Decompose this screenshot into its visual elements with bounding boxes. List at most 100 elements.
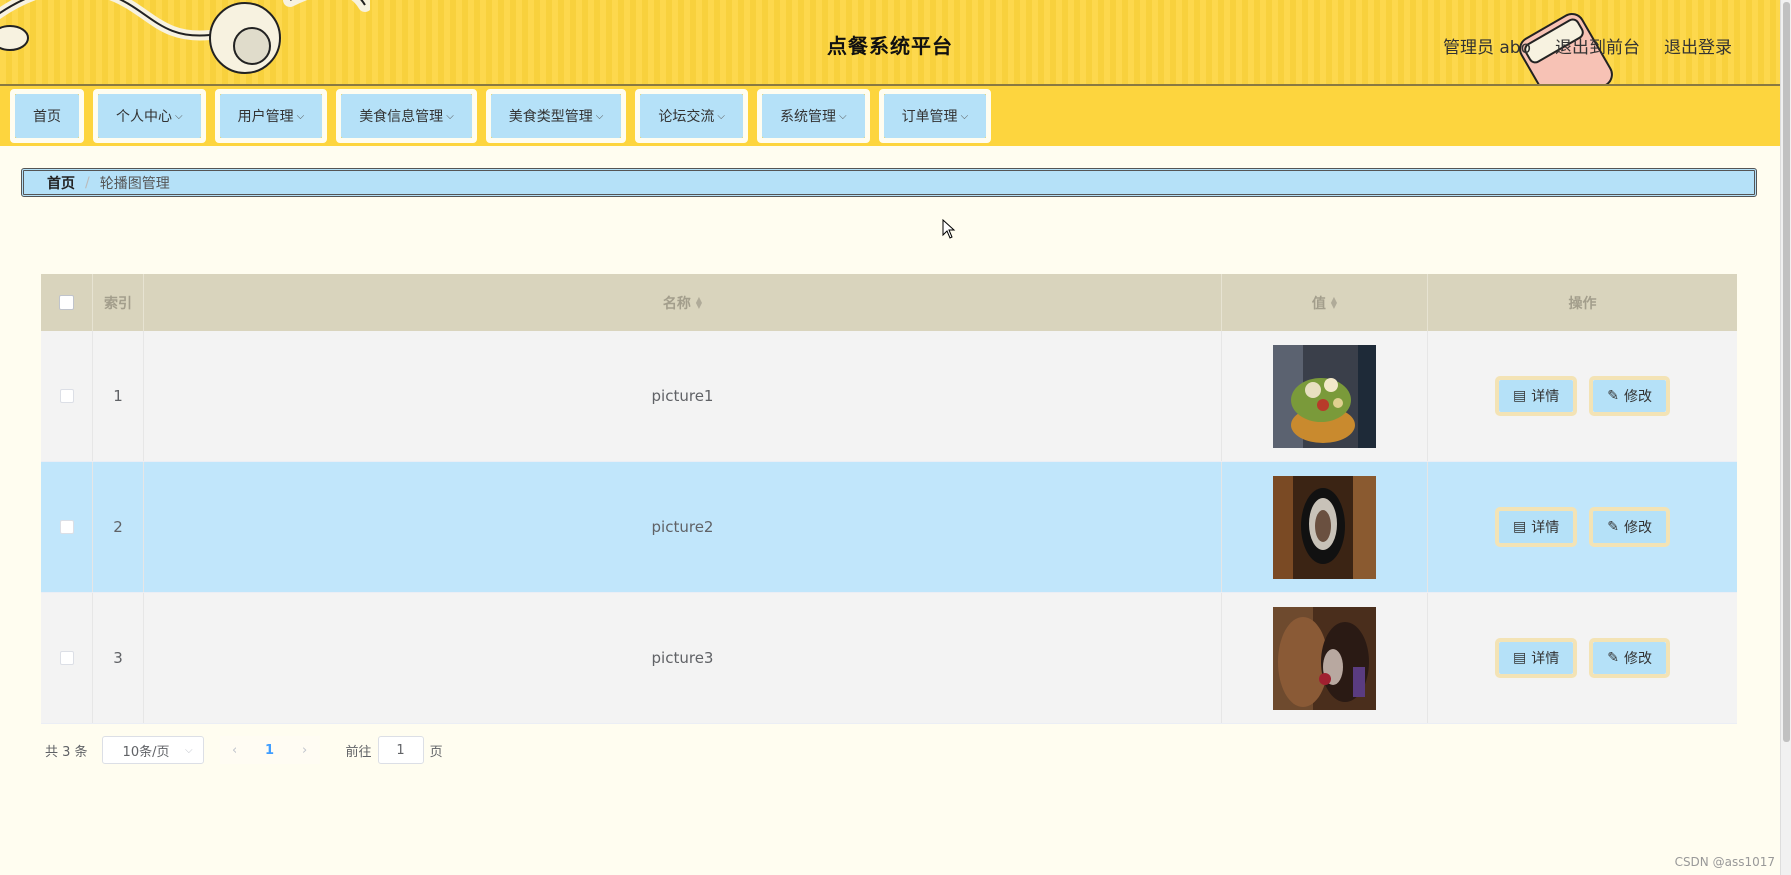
goto-suffix: 页	[429, 744, 443, 760]
carousel-table: 索引 名称▲▼ 值▲▼ 操作 1 picture1 ▤详情 ✎修改	[41, 274, 1737, 724]
nav-item-system-management[interactable]: 系统管理 ⌵	[756, 89, 870, 143]
row-name: picture2	[144, 462, 1222, 592]
prev-page-button[interactable]: ‹	[219, 736, 250, 764]
row-checkbox[interactable]	[59, 651, 74, 665]
chevron-down-icon: ⌵	[446, 110, 454, 122]
food-image	[1273, 344, 1376, 448]
edit-label: 修改	[1623, 651, 1652, 667]
food-image	[1273, 606, 1376, 710]
row-name: picture3	[144, 593, 1222, 723]
nav-item-order-management[interactable]: 订单管理 ⌵	[878, 89, 992, 143]
edit-label: 修改	[1623, 520, 1652, 536]
nav-label: 订单管理	[901, 109, 958, 125]
row-checkbox[interactable]	[59, 520, 74, 534]
total-count: 共 3 条	[45, 744, 88, 760]
row-actions: ▤ 详情 ✎ 修改	[1428, 593, 1737, 723]
column-header-value[interactable]: 值 ▲ ▼	[1222, 274, 1428, 331]
chevron-left-icon: ‹	[231, 742, 238, 758]
nav-label: 首页	[33, 109, 61, 125]
exit-to-front-link[interactable]: 退出到前台	[1555, 33, 1640, 58]
sort-icon[interactable]: ▲ ▼	[1331, 295, 1337, 309]
logout-link[interactable]: 退出登录	[1664, 33, 1732, 58]
chevron-down-icon: ⌵	[296, 110, 305, 122]
pagination: 共 3 条 10条/页 ⌵ ‹ 1 › 前往 1 页	[45, 736, 443, 764]
page-size-value: 10条/页	[122, 744, 170, 760]
next-page-button[interactable]: ›	[289, 736, 320, 764]
breadcrumb: 首页 / 轮播图管理	[21, 168, 1757, 197]
nav-item-home[interactable]: 首页	[10, 89, 84, 143]
row-select-cell	[41, 593, 93, 723]
vertical-scrollbar[interactable]	[1780, 0, 1791, 875]
column-name-label: 名称	[662, 295, 691, 312]
edit-button[interactable]: ✎ 修改	[1589, 376, 1670, 416]
food-image	[1273, 475, 1376, 579]
nav-item-food-type-management[interactable]: 美食类型管理 ⌵	[485, 89, 627, 143]
mouse-cursor-icon	[942, 219, 956, 239]
column-header-index: 索引	[93, 274, 144, 331]
top-header: 点餐系统平台 管理员 abo 退出到前台 退出登录	[0, 0, 1780, 86]
nav-item-forum[interactable]: 论坛交流 ⌵	[635, 89, 748, 143]
pencil-icon: ✎	[1607, 650, 1619, 666]
nav-label: 美食信息管理	[359, 109, 444, 125]
edit-label: 修改	[1623, 389, 1652, 405]
row-select-cell	[41, 331, 93, 461]
row-checkbox[interactable]	[59, 389, 74, 403]
chevron-down-icon: ⌵	[717, 110, 725, 122]
document-icon: ▤	[1513, 388, 1527, 404]
nav-label: 个人中心	[116, 109, 172, 125]
row-index: 1	[93, 331, 144, 461]
document-icon: ▤	[1513, 650, 1527, 666]
document-icon: ▤	[1513, 519, 1527, 535]
chevron-down-icon: ⌵	[595, 110, 604, 122]
goto-page: 前往 1 页	[346, 736, 443, 764]
select-all-checkbox[interactable]	[59, 295, 74, 310]
row-value-cell	[1222, 462, 1428, 592]
table-row[interactable]: 3 picture3 ▤ 详情 ✎ 修改	[41, 593, 1737, 724]
detail-button[interactable]: ▤ 详情	[1495, 638, 1578, 678]
chevron-down-icon: ⌵	[184, 744, 193, 756]
chevron-right-icon: ›	[301, 742, 308, 758]
pencil-icon: ✎	[1607, 519, 1619, 535]
chevron-down-icon: ⌵	[960, 110, 969, 122]
breadcrumb-current: 轮播图管理	[99, 175, 170, 192]
scrollbar-thumb[interactable]	[1783, 2, 1790, 742]
pencil-icon: ✎	[1607, 388, 1619, 404]
select-all-cell	[41, 274, 93, 331]
breadcrumb-separator: /	[85, 174, 90, 191]
chevron-down-icon: ⌵	[175, 110, 183, 122]
row-actions: ▤ 详情 ✎ 修改	[1428, 462, 1737, 592]
goto-prefix: 前往	[345, 744, 372, 760]
nav-item-user-management[interactable]: 用户管理 ⌵	[214, 89, 328, 143]
nav-label: 美食类型管理	[508, 109, 593, 125]
row-index: 2	[93, 462, 144, 592]
column-value-label: 值	[1311, 295, 1326, 312]
chevron-down-icon: ⌵	[838, 110, 847, 122]
page-number[interactable]: 1	[249, 736, 290, 764]
nav-label: 论坛交流	[658, 109, 715, 125]
row-name: picture1	[144, 331, 1222, 461]
table-row[interactable]: 1 picture1 ▤ 详情 ✎ 修改	[41, 331, 1737, 462]
detail-label: 详情	[1531, 651, 1560, 667]
detail-label: 详情	[1531, 520, 1560, 536]
nav-label: 用户管理	[237, 109, 294, 125]
sort-icon[interactable]: ▲ ▼	[696, 295, 702, 309]
nav-item-food-info-management[interactable]: 美食信息管理 ⌵	[336, 89, 477, 143]
watermark: CSDN @ass1017	[1674, 855, 1775, 869]
column-header-name[interactable]: 名称 ▲ ▼	[144, 274, 1222, 331]
row-value-cell	[1222, 593, 1428, 723]
edit-button[interactable]: ✎ 修改	[1589, 638, 1670, 678]
header-links: 管理员 abo 退出到前台 退出登录	[1443, 33, 1732, 58]
goto-page-input[interactable]: 1	[377, 736, 424, 764]
edit-button[interactable]: ✎ 修改	[1589, 507, 1670, 547]
row-index: 3	[93, 593, 144, 723]
table-row[interactable]: 2 picture2 ▤ 详情 ✎ 修改	[41, 462, 1737, 593]
page-size-select[interactable]: 10条/页 ⌵	[101, 736, 204, 764]
detail-button[interactable]: ▤ 详情	[1495, 507, 1578, 547]
nav-item-personal-center[interactable]: 个人中心 ⌵	[93, 89, 206, 143]
breadcrumb-home[interactable]: 首页	[47, 173, 75, 193]
row-select-cell	[41, 462, 93, 592]
column-header-actions: 操作	[1568, 295, 1597, 312]
detail-button[interactable]: ▤ 详情	[1495, 376, 1578, 416]
row-value-cell	[1222, 331, 1428, 461]
table-header: 索引 名称 ▲ ▼ 值 ▲ ▼ 操作	[41, 274, 1737, 331]
